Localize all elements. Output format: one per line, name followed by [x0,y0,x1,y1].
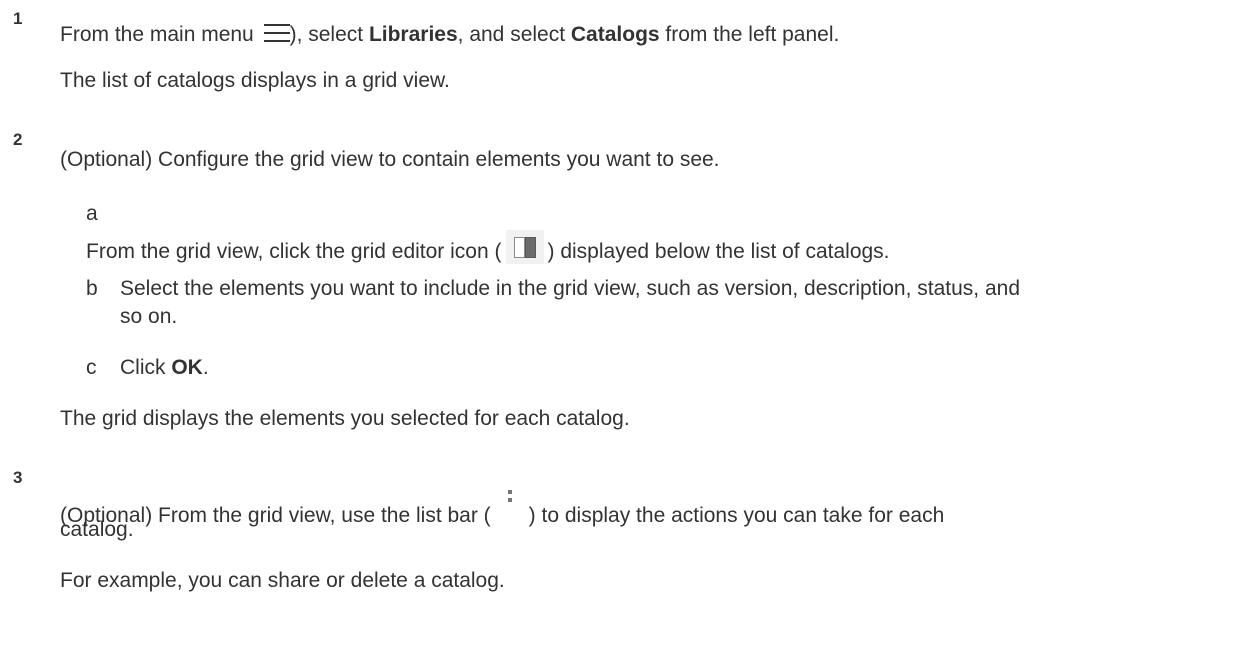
step-1-text-middle: , and select [457,23,571,46]
step-1-result: The list of catalogs displays in a grid … [60,69,450,92]
substep-b-line-1: Select the elements you want to include … [120,277,1020,300]
substep-a-text: From the grid view, click the grid edito… [86,230,890,264]
substep-b-line-2: so on. [120,305,178,328]
step-number-2: 2 [13,130,23,149]
grid-editor-icon [505,230,544,264]
step-2-result: The grid displays the elements you selec… [60,407,630,430]
substep-c-text: Click OK. [120,356,209,380]
step-1-text-after-icon: ), select [289,23,369,46]
hamburger-menu-icon [263,24,290,42]
step-3-instruction: (Optional) From the grid view, use the l… [60,490,944,528]
step-3-line-2: catalog. [60,518,134,541]
catalogs-label: Catalogs [570,23,660,46]
step-1-text-suffix: from the left panel. [659,23,840,46]
libraries-label: Libraries [368,23,458,46]
list-bar-dots-icon [505,490,515,516]
substep-letter-b: b [86,277,98,300]
step-2-instruction: (Optional) Configure the grid view to co… [60,148,720,171]
substep-letter-c: c [86,356,97,379]
step-1-text-prefix: From the main menu [60,23,260,46]
substep-a-text-suffix: ) displayed below the list of catalogs. [547,240,890,263]
step-number-1: 1 [13,9,23,28]
substep-c-suffix: . [202,356,209,379]
substep-c-prefix: Click [120,356,172,379]
step-number-3: 3 [13,468,23,487]
step-1-instruction: From the main menu ), select Libraries, … [60,23,839,47]
substep-a-text-prefix: From the grid view, click the grid edito… [86,240,502,263]
ok-label: OK [171,356,203,379]
substep-letter-a: a [86,202,98,225]
step-3-result: For example, you can share or delete a c… [60,569,505,592]
step-3-text-suffix: ) to display the actions you can take fo… [528,504,945,527]
